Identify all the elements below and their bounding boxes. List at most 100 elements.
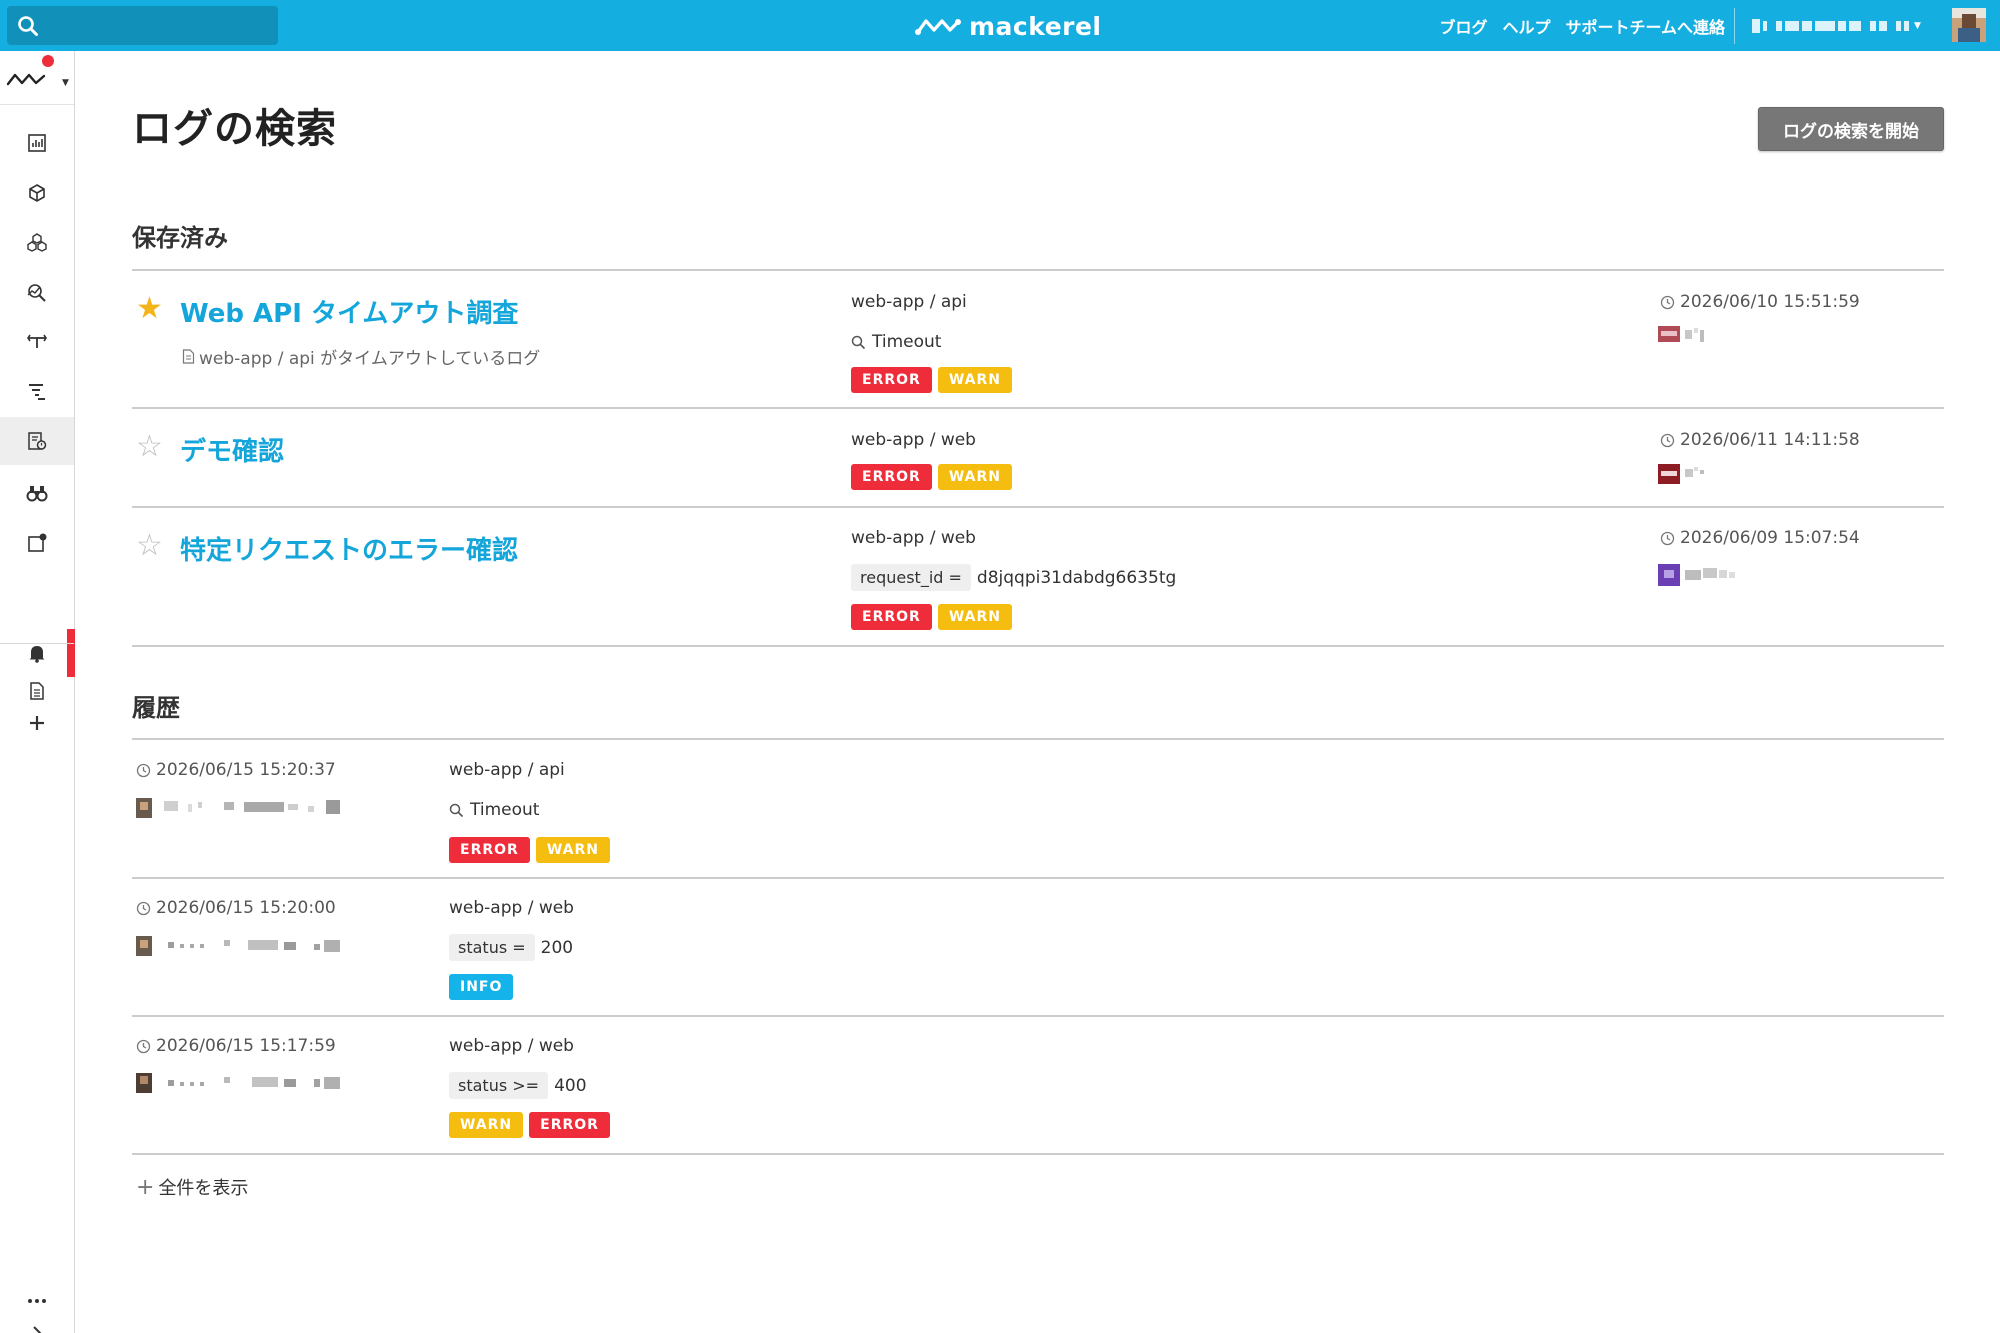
organization-switcher[interactable]: ▼	[0, 51, 74, 105]
alerts-icon	[29, 646, 45, 663]
clock-icon	[136, 901, 151, 915]
level-badge-error: ERROR	[851, 604, 932, 630]
log-source: web-app / web	[449, 898, 574, 918]
brand-name: mackerel	[969, 11, 1102, 41]
overview-icon	[28, 134, 46, 152]
level-badge-info: INFO	[449, 974, 514, 1000]
sidebar-item-trace-list[interactable]	[0, 367, 74, 415]
history-timestamp: 2026/06/15 15:20:37	[136, 760, 336, 780]
filter-condition: status >= 400	[449, 1072, 587, 1099]
sidebar-item-monitors[interactable]	[0, 469, 74, 517]
divider	[132, 506, 1944, 508]
filter-condition: status = 200	[449, 934, 573, 961]
level-badge-error: ERROR	[529, 1112, 610, 1138]
top-bar: mackerel ブログ ヘルプ サポートチームへ連絡 ▼	[0, 0, 2000, 51]
monitors-icon	[26, 486, 48, 502]
star-filled-icon[interactable]: ★	[136, 294, 163, 324]
chevron-down-icon: ▼	[1914, 21, 1921, 31]
level-badge-error: ERROR	[449, 837, 530, 863]
sidebar-item-overview[interactable]	[0, 119, 74, 167]
sidebar-item-dashboards[interactable]	[0, 519, 74, 567]
top-links: ブログ ヘルプ サポートチームへ連絡	[1439, 0, 1725, 51]
tracing-icon	[27, 334, 47, 348]
alert-indicator	[67, 629, 75, 677]
saved-search-title[interactable]: Web API タイムアウト調査	[180, 293, 518, 330]
contact-support-link[interactable]: サポートチームへ連絡	[1565, 14, 1725, 38]
search-query: Timeout	[851, 332, 941, 352]
chevron-right-icon	[33, 1326, 42, 1333]
sidebar-item-log-search[interactable]	[0, 417, 74, 465]
show-all-button[interactable]: + 全件を表示	[136, 1174, 248, 1200]
log-source: web-app / web	[449, 1036, 574, 1056]
notification-dot	[42, 55, 54, 67]
saved-timestamp: 2026/06/11 14:11:58	[1660, 430, 1860, 450]
level-badge-error: ERROR	[851, 367, 932, 393]
sidebar-item-tracing[interactable]	[0, 317, 74, 365]
author-redacted	[136, 798, 346, 818]
filter-key: status =	[449, 934, 535, 961]
level-badge-error: ERROR	[851, 464, 932, 490]
search-icon	[449, 803, 464, 817]
filter-key: request_id =	[851, 564, 971, 591]
mackerel-logo[interactable]: mackerel	[915, 10, 1102, 42]
sidebar-item-add[interactable]	[0, 705, 74, 741]
blog-link[interactable]: ブログ	[1439, 14, 1487, 38]
trace-list-icon	[29, 384, 45, 400]
clock-icon	[1660, 531, 1675, 545]
star-outline-icon[interactable]: ☆	[136, 531, 163, 561]
global-search-input[interactable]	[7, 6, 278, 45]
anomaly-icon	[27, 284, 46, 302]
saved-timestamp: 2026/06/09 15:07:54	[1660, 528, 1860, 548]
clock-icon	[136, 763, 151, 777]
author-redacted	[136, 936, 346, 956]
author-redacted	[1658, 464, 1718, 484]
sidebar-item-alerts[interactable]	[0, 629, 74, 677]
help-link[interactable]: ヘルプ	[1502, 14, 1550, 38]
saved-search-title[interactable]: 特定リクエストのエラー確認	[180, 530, 518, 567]
star-outline-icon[interactable]: ☆	[136, 432, 163, 462]
saved-timestamp: 2026/06/10 15:51:59	[1660, 292, 1860, 312]
user-menu[interactable]: ▼	[1752, 15, 1921, 37]
sidebar-item-document[interactable]	[0, 673, 74, 709]
filter-value: d8jqqpi31dabdg6635tg	[976, 567, 1177, 588]
level-badges: WARN ERROR	[449, 1112, 610, 1138]
clock-icon	[1660, 295, 1675, 309]
log-source: web-app / api	[449, 760, 565, 780]
author-redacted	[136, 1073, 346, 1093]
add-icon	[30, 716, 44, 730]
page-title: ログの検索	[132, 106, 337, 152]
document-icon	[30, 682, 44, 700]
mackerel-logo-icon	[915, 19, 961, 35]
history-timestamp: 2026/06/15 15:17:59	[136, 1036, 336, 1056]
filter-value: 400	[554, 1075, 587, 1096]
saved-section-title: 保存済み	[132, 224, 228, 252]
filter-value: 200	[540, 937, 574, 958]
saved-search-description: web-app / api がタイムアウトしているログ	[182, 344, 540, 369]
sidebar-item-anomaly-detection[interactable]	[0, 269, 74, 317]
history-timestamp: 2026/06/15 15:20:00	[136, 898, 336, 918]
start-log-search-button[interactable]: ログの検索を開始	[1758, 107, 1944, 151]
search-query: Timeout	[449, 800, 539, 820]
log-search-icon	[28, 432, 47, 450]
sidebar-divider	[0, 643, 74, 644]
more-icon	[28, 1299, 46, 1303]
sidebar-item-hosts[interactable]	[0, 169, 74, 217]
divider	[132, 645, 1944, 647]
plus-icon: +	[136, 1174, 155, 1200]
sidebar-item-more[interactable]	[0, 1287, 74, 1315]
topbar-divider	[1734, 8, 1735, 44]
sidebar-item-services[interactable]	[0, 219, 74, 267]
avatar[interactable]	[1952, 8, 1986, 42]
author-redacted	[1658, 564, 1754, 586]
saved-search-title[interactable]: デモ確認	[180, 431, 284, 468]
divider	[132, 269, 1944, 271]
sidebar-expand-button[interactable]	[0, 1319, 74, 1333]
level-badges: ERROR WARN	[449, 837, 610, 863]
log-source: web-app / web	[851, 528, 976, 548]
dashboards-icon	[28, 533, 47, 552]
log-source: web-app / api	[851, 292, 967, 312]
clock-icon	[1660, 433, 1675, 447]
organization-logo-icon	[6, 73, 46, 86]
document-icon	[182, 349, 195, 364]
level-badges: ERROR WARN	[851, 464, 1012, 490]
